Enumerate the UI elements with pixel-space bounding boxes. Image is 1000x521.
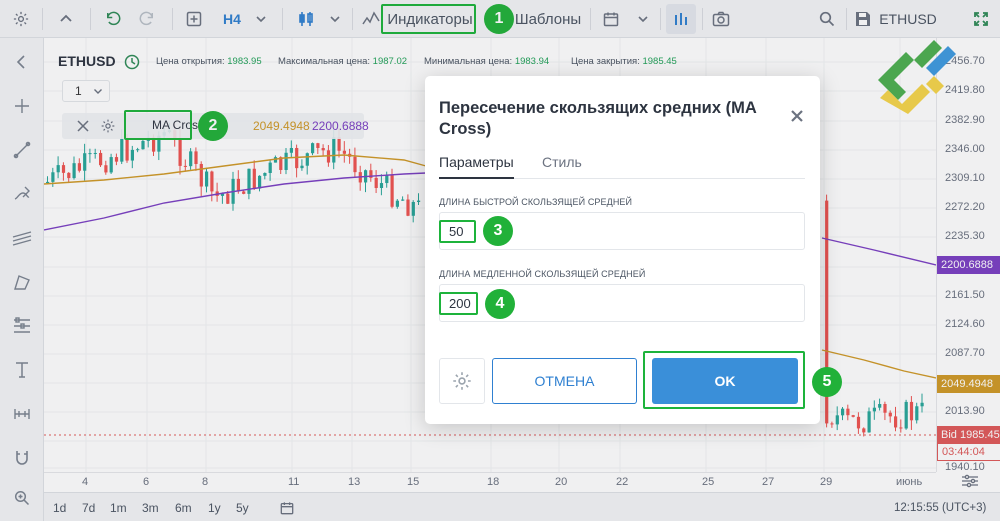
callout-badge-5: 5	[812, 367, 842, 397]
defaults-button[interactable]	[439, 358, 485, 404]
ma-cross-dialog: Пересечение скользящих средних (MA Cross…	[425, 76, 820, 424]
dialog-title: Пересечение скользящих средних (MA Cross…	[439, 99, 757, 138]
tab-style[interactable]: Стиль	[542, 154, 582, 179]
dialog-tabs: Параметры Стиль	[439, 154, 805, 179]
fast-length-value: 50	[449, 224, 464, 239]
ok-button[interactable]: OK	[652, 358, 798, 404]
callout-badge-3: 3	[483, 216, 513, 246]
slow-length-value: 200	[449, 296, 471, 311]
cancel-button[interactable]: ОТМЕНА	[492, 358, 637, 404]
settings-gear-icon	[453, 372, 471, 390]
callout-badge-4: 4	[485, 289, 515, 319]
tab-parameters[interactable]: Параметры	[439, 154, 514, 179]
close-icon[interactable]	[789, 108, 807, 126]
slow-length-label: ДЛИНА МЕДЛЕННОЙ СКОЛЬЗЯЩЕЙ СРЕДНЕЙ	[439, 269, 646, 279]
fast-length-label: ДЛИНА БЫСТРОЙ СКОЛЬЗЯЩЕЙ СРЕДНЕЙ	[439, 197, 633, 207]
